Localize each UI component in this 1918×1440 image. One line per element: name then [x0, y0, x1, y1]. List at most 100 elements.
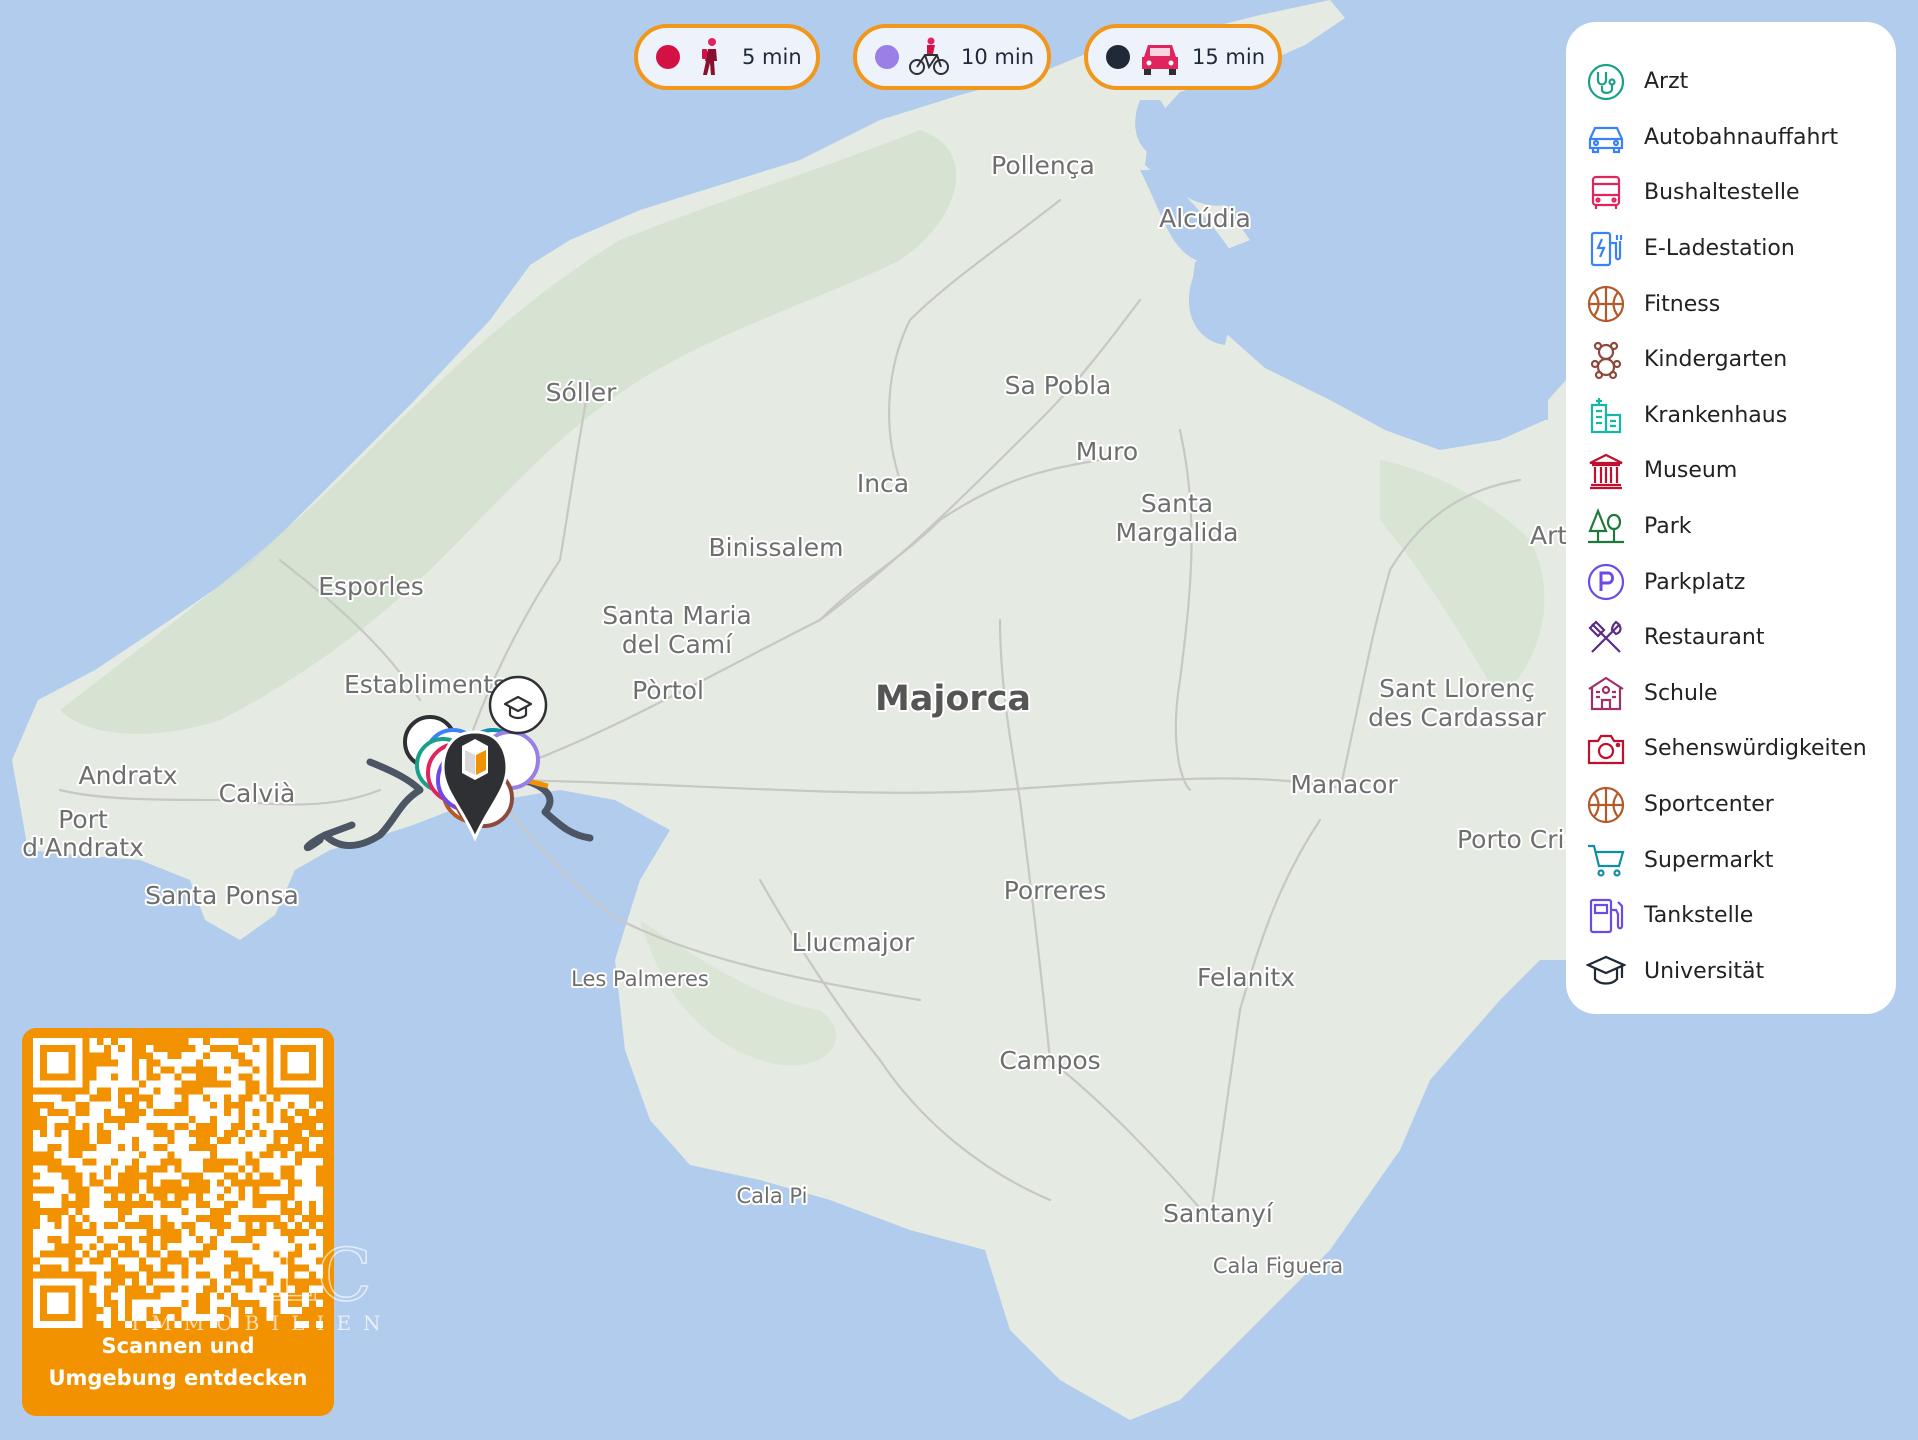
- place-label: Manacor: [1290, 770, 1398, 799]
- place-label: Llucmajor: [792, 928, 915, 957]
- basketball-icon: [1587, 286, 1625, 323]
- place-label: Santa: [1141, 489, 1213, 518]
- place-label: Sóller: [546, 378, 617, 407]
- shopping-cart-icon: [1588, 845, 1625, 877]
- bus-icon: [1591, 175, 1621, 209]
- watermark-tagline: IMMOBILIEN: [131, 1311, 392, 1335]
- region-label: Majorca: [875, 679, 1031, 719]
- legend-item-autobahnauffahrt[interactable]: Autobahnauffahrt: [1586, 110, 1896, 166]
- place-label: Calvià: [219, 779, 296, 808]
- camera-icon: [1587, 734, 1625, 765]
- place-label: Muro: [1076, 437, 1138, 466]
- place-label: Andratx: [78, 761, 177, 790]
- legend-label: Arzt: [1644, 69, 1689, 95]
- legend-label: Bushaltestelle: [1644, 180, 1800, 206]
- car-time-chip[interactable]: 15 min: [1084, 24, 1282, 90]
- place-label: Cala Pi: [737, 1184, 808, 1208]
- legend-label: Krankenhaus: [1644, 402, 1788, 428]
- legend-item-fitness[interactable]: Fitness: [1586, 276, 1896, 332]
- place-label: Margalida: [1116, 518, 1239, 547]
- legend-label: Schule: [1644, 680, 1718, 706]
- place-label: Pollença: [991, 151, 1095, 180]
- museum-icon: [1589, 453, 1623, 490]
- legend-item-parkplatz[interactable]: Parkplatz: [1586, 554, 1896, 610]
- legend-label: Sportcenter: [1644, 792, 1774, 818]
- trees-icon: [1588, 507, 1624, 543]
- legend-item-arzt[interactable]: Arzt: [1586, 54, 1896, 110]
- bicycle-color-dot: [875, 45, 899, 69]
- car-time-label: 15 min: [1192, 45, 1265, 69]
- legend-label: Fitness: [1644, 291, 1721, 317]
- place-label: Santanyí: [1163, 1199, 1274, 1228]
- place-label: Santa Ponsa: [145, 881, 299, 910]
- place-label: Alcúdia: [1159, 204, 1251, 233]
- charging-station-icon: [1590, 231, 1623, 266]
- fuel-pump-icon: [1589, 898, 1624, 933]
- company-watermark: LC IMMOBILIEN: [131, 1232, 392, 1335]
- legend-item-supermarkt[interactable]: Supermarkt: [1586, 832, 1896, 888]
- place-label: Santa Maria: [602, 601, 752, 630]
- place-label: Cala Figuera: [1213, 1254, 1343, 1278]
- legend-item-museum[interactable]: Museum: [1586, 443, 1896, 499]
- basketball-icon: [1587, 786, 1625, 823]
- legend-item-park[interactable]: Park: [1586, 499, 1896, 555]
- watermark-brand: LC: [269, 1233, 372, 1317]
- car-color-dot: [1106, 45, 1130, 69]
- place-label: d'Andratx: [22, 833, 144, 862]
- place-label: Les Palmeres: [571, 967, 709, 991]
- parking-icon: [1587, 564, 1625, 601]
- university-map-marker[interactable]: [488, 675, 548, 735]
- place-label: Sa Pobla: [1005, 371, 1112, 400]
- school-icon: [1588, 677, 1624, 711]
- legend-label: Museum: [1644, 458, 1738, 484]
- legend-label: Autobahnauffahrt: [1644, 124, 1839, 150]
- stethoscope-icon: [1587, 63, 1625, 100]
- place-label: des Cardassar: [1368, 703, 1546, 732]
- legend-label: Restaurant: [1644, 625, 1765, 651]
- legend-label: Park: [1644, 514, 1692, 540]
- place-label: Porreres: [1004, 876, 1107, 905]
- legend-label: Parkplatz: [1644, 569, 1746, 595]
- place-label: Inca: [857, 469, 909, 498]
- bicycle-icon: [909, 37, 949, 75]
- bicycle-time-chip[interactable]: 10 min: [853, 24, 1051, 90]
- place-label: Pòrtol: [632, 676, 704, 705]
- legend-item-universitaet[interactable]: Universität: [1586, 944, 1896, 1000]
- legend-item-kindergarten[interactable]: Kindergarten: [1586, 332, 1896, 388]
- legend-item-e-ladestation[interactable]: E-Ladestation: [1586, 221, 1896, 277]
- walking-color-dot: [656, 45, 680, 69]
- poi-legend: Arzt Autobahnauffahrt Bushaltestelle E-L…: [1566, 22, 1896, 1014]
- teddy-bear-icon: [1590, 341, 1622, 379]
- qr-code-card[interactable]: Scannen und Umgebung entdecken: [22, 1028, 334, 1416]
- graduation-cap-icon: [1586, 956, 1626, 985]
- place-label: Esporles: [318, 572, 424, 601]
- car-icon: [1142, 45, 1178, 75]
- place-label: Binissalem: [709, 533, 844, 562]
- place-label: Felanitx: [1197, 963, 1295, 992]
- walking-time-chip[interactable]: 5 min: [634, 24, 820, 90]
- legend-label: Universität: [1644, 958, 1765, 984]
- legend-label: Tankstelle: [1644, 903, 1754, 929]
- place-label: Sant Llorenç: [1379, 674, 1535, 703]
- legend-label: Sehenswürdigkeiten: [1644, 736, 1867, 762]
- car-icon: [1588, 127, 1624, 154]
- cutlery-icon: [1588, 620, 1622, 653]
- legend-item-sehenswuerdigkeiten[interactable]: Sehenswürdigkeiten: [1586, 721, 1896, 777]
- place-label: del Camí: [622, 630, 733, 659]
- legend-label: E-Ladestation: [1644, 236, 1795, 262]
- legend-item-schule[interactable]: Schule: [1586, 666, 1896, 722]
- hospital-icon: [1590, 398, 1622, 434]
- place-label: Campos: [999, 1046, 1100, 1075]
- legend-item-bushaltestelle[interactable]: Bushaltestelle: [1586, 165, 1896, 221]
- legend-item-tankstelle[interactable]: Tankstelle: [1586, 888, 1896, 944]
- legend-item-restaurant[interactable]: Restaurant: [1586, 610, 1896, 666]
- qr-caption-line: Umgebung entdecken: [48, 1366, 308, 1390]
- legend-item-sportcenter[interactable]: Sportcenter: [1586, 777, 1896, 833]
- place-label: Port: [58, 805, 108, 834]
- legend-item-krankenhaus[interactable]: Krankenhaus: [1586, 388, 1896, 444]
- walking-person-icon: [702, 38, 717, 75]
- place-label: Establiments: [344, 670, 506, 699]
- legend-label: Supermarkt: [1644, 847, 1774, 873]
- walking-time-label: 5 min: [742, 45, 802, 69]
- bicycle-time-label: 10 min: [961, 45, 1034, 69]
